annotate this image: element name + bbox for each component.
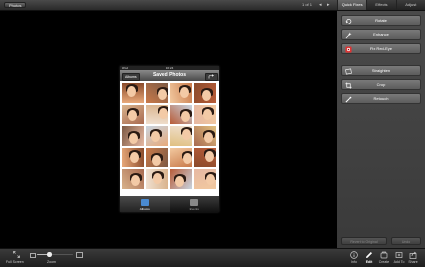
retouch-label: Retouch: [373, 96, 389, 101]
photo-thumbnail: [122, 169, 144, 189]
photo-thumbnail: [146, 104, 168, 124]
photo-thumbnail: [170, 169, 192, 189]
crop-button[interactable]: Crop: [341, 79, 421, 90]
edit-icon: [366, 252, 372, 258]
photo-thumbnail: [170, 104, 192, 124]
photo-thumbnail: [122, 126, 144, 146]
next-arrow-icon[interactable]: ▸: [327, 2, 330, 8]
photo-thumbnail: [146, 147, 168, 167]
bottom-toolbar: Full Screen Zoom Info Edit Create Add To…: [0, 248, 425, 267]
revert-to-original-button[interactable]: Revert to Original: [341, 237, 387, 245]
phone-tab-label: Events: [189, 207, 199, 211]
photo-thumbnail: [122, 104, 144, 124]
share-tool[interactable]: Share: [406, 250, 420, 266]
albums-icon: [140, 199, 149, 206]
rotate-label: Rotate: [375, 18, 387, 23]
events-icon: [190, 199, 199, 206]
photo-thumbnail: [146, 126, 168, 146]
albums-back-button: Albums: [122, 72, 140, 81]
photo-thumbnail: [194, 169, 216, 189]
full-screen-icon[interactable]: [13, 251, 20, 258]
zoom-label: Zoom: [47, 260, 56, 264]
phone-tab-label: Albums: [139, 207, 150, 211]
photo-thumbnail: [194, 104, 216, 124]
tab-effects[interactable]: Effects: [366, 0, 396, 10]
info-icon: [350, 251, 358, 259]
share-label: Share: [408, 260, 418, 264]
phone-share-icon: [205, 72, 218, 81]
straighten-label: Straighten: [371, 68, 391, 73]
tab-adjust[interactable]: Adjust: [395, 0, 425, 10]
retouch-button[interactable]: Retouch: [341, 93, 421, 104]
photo-thumbnail: [170, 83, 192, 103]
photo-thumbnail: [194, 147, 216, 167]
fix-red-eye-button[interactable]: Fix Red-Eye: [341, 43, 421, 54]
previous-arrow-icon[interactable]: ◂: [319, 2, 322, 8]
photo-thumbnail: [170, 126, 192, 146]
phone-nav-bar: Saved Photos Albums: [120, 70, 219, 81]
undo-button[interactable]: Undo: [391, 237, 421, 245]
photo-thumbnail: [122, 83, 144, 103]
photo-thumbnail: [170, 147, 192, 167]
quick-fixes-panel: Rotate Enhance Fix Red-Eye Straighten Cr…: [337, 11, 425, 248]
photos-button[interactable]: Photos: [4, 2, 27, 8]
fix-red-eye-label: Fix Red-Eye: [369, 46, 392, 51]
straighten-button[interactable]: Straighten: [341, 65, 421, 76]
share-icon: [409, 251, 417, 259]
enhance-button[interactable]: Enhance: [341, 29, 421, 40]
add-to-icon: [395, 252, 403, 258]
photo-thumbnail: [146, 169, 168, 189]
photo-thumbnail: [194, 83, 216, 103]
photo-thumbnail: [146, 83, 168, 103]
enhance-label: Enhance: [373, 32, 389, 37]
full-screen-label: Full Screen: [6, 260, 24, 264]
create-icon: [380, 251, 388, 259]
phone-tab-albums: Albums: [120, 196, 170, 212]
photo-thumbnail-grid: [122, 83, 217, 189]
adjustment-tabs: Quick Fixes Effects Adjust: [337, 0, 425, 10]
zoom-slider-knob[interactable]: [47, 252, 52, 257]
phone-tab-bar: Albums Events: [120, 196, 219, 212]
photo-thumbnail: [122, 147, 144, 167]
photo-viewer: iPod 16:24 Saved Photos Albums Albums Ev…: [0, 11, 336, 248]
tab-quick-fixes[interactable]: Quick Fixes: [337, 0, 367, 10]
top-toolbar: Photos 1 of 1 ◂ ▸ Quick Fixes Effects Ad…: [0, 0, 425, 11]
photo-thumbnail: [194, 126, 216, 146]
page-indicator: 1 of 1: [302, 2, 313, 7]
phone-tab-events: Events: [170, 196, 220, 212]
zoom-out-icon[interactable]: [30, 253, 36, 258]
zoom-in-icon[interactable]: [76, 252, 83, 258]
zoom-slider-track[interactable]: [37, 252, 73, 257]
screenshot-photo[interactable]: iPod 16:24 Saved Photos Albums Albums Ev…: [120, 66, 219, 212]
crop-label: Crop: [376, 82, 386, 87]
rotate-button[interactable]: Rotate: [341, 15, 421, 26]
